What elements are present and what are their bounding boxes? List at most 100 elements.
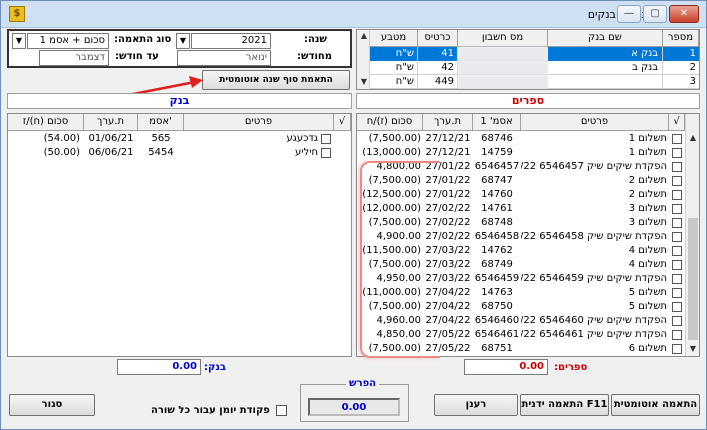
account-no-redacted xyxy=(458,47,548,61)
difference-label: הפרש xyxy=(346,378,380,389)
books-details: תשלום 2 xyxy=(628,175,667,186)
books-details: תשלום 5 xyxy=(628,301,667,312)
to-month-input[interactable]: דצמבר xyxy=(39,50,109,66)
col-card[interactable]: כרטיס xyxy=(418,30,458,47)
account-currency: ש"ח xyxy=(370,47,418,61)
books-total-label: ספרים: xyxy=(554,362,588,373)
bank-date: 01/06/21 xyxy=(88,133,134,144)
books-total-value: 0.00 xyxy=(464,359,548,375)
books-col-date[interactable]: ת.ערך xyxy=(423,114,473,131)
books-col-check[interactable]: √ xyxy=(669,114,685,131)
books-scroll-up-icon[interactable]: ▲ xyxy=(686,132,699,144)
books-ref: 14759 xyxy=(481,147,513,158)
bank-ref: 5454 xyxy=(148,147,174,158)
books-col-details[interactable]: פרטים xyxy=(521,114,669,131)
bank-col-date[interactable]: ת.ערך xyxy=(84,114,138,131)
bank-row[interactable]: (50.00) 06/06/21 5454 חיליע xyxy=(8,146,351,160)
books-ref: 6546459 xyxy=(474,273,520,284)
books-row-checkbox[interactable] xyxy=(672,302,682,312)
books-details: הפקדת שיקים שיק 6546460 04/22 xyxy=(521,315,667,326)
books-ref: 68747 xyxy=(481,175,513,186)
col-bank-name[interactable]: שם בנק xyxy=(548,30,663,47)
books-scroll-thumb[interactable] xyxy=(688,218,698,340)
account-bank-name xyxy=(548,75,663,89)
books-ref: 68751 xyxy=(481,343,513,354)
close-button[interactable]: סגור xyxy=(9,394,95,416)
title-bar[interactable]: $ התאמת בנקים — ▢ ✕ xyxy=(1,1,706,28)
bank-row-checkbox[interactable] xyxy=(321,134,331,144)
books-ref: 68750 xyxy=(481,301,513,312)
books-ref: 14762 xyxy=(481,245,513,256)
maximize-button[interactable]: ▢ xyxy=(643,5,667,23)
close-window-button[interactable]: ✕ xyxy=(669,5,699,23)
account-row[interactable]: ש"ח 42 בנק ב 2 xyxy=(370,61,699,75)
books-row-checkbox[interactable] xyxy=(672,344,682,354)
books-row[interactable]: (13,000.00) 27/12/21 14759 תשלום 1 xyxy=(357,146,685,160)
books-ref: 14761 xyxy=(481,203,513,214)
accounts-scrollbar[interactable]: ▲ ▼ xyxy=(357,30,370,89)
books-details: תשלום 5 xyxy=(628,287,667,298)
books-details: הפקדת שיקים שיק 6546461 05/22 xyxy=(521,329,667,340)
col-number[interactable]: מספר xyxy=(663,30,699,47)
books-details: הפקדת שיקים שיק 6546458 02/22 xyxy=(521,231,667,242)
books-ref: 6546460 xyxy=(474,315,520,326)
year-label: שנה: xyxy=(304,34,327,45)
auto-match-button[interactable]: התאמה אוטומטית xyxy=(611,394,700,416)
books-col-amount[interactable]: סכום (ז)/ח xyxy=(357,114,423,131)
books-row-checkbox[interactable] xyxy=(672,288,682,298)
bank-row-checkbox[interactable] xyxy=(321,148,331,158)
books-date: 27/12/21 xyxy=(425,147,471,158)
year-dropdown-icon[interactable]: ▼ xyxy=(176,33,190,49)
books-row-checkbox[interactable] xyxy=(672,162,682,172)
books-row-checkbox[interactable] xyxy=(672,148,682,158)
books-col-ref[interactable]: אסמ' 1 xyxy=(473,114,521,131)
account-currency: ש"ח xyxy=(370,75,418,89)
bank-col-check[interactable]: √ xyxy=(334,114,351,131)
books-scrollbar[interactable]: ▲ ▼ xyxy=(685,114,699,356)
bank-total-value: 0.00 xyxy=(117,359,201,375)
bank-col-ref[interactable]: אסמ' xyxy=(138,114,184,131)
books-row-checkbox[interactable] xyxy=(672,274,682,284)
books-details: תשלום 3 xyxy=(628,217,667,228)
books-row-checkbox[interactable] xyxy=(672,260,682,270)
account-row[interactable]: ש"ח 41 בנק א1 xyxy=(370,47,699,61)
col-currency[interactable]: מטבע xyxy=(370,30,418,47)
bank-col-details[interactable]: פרטים xyxy=(184,114,334,131)
year-select[interactable]: 2021 xyxy=(191,33,271,49)
manual-match-button[interactable]: התאמה ידנית F11 xyxy=(520,394,609,416)
books-row-checkbox[interactable] xyxy=(672,330,682,340)
journal-checkbox[interactable] xyxy=(276,405,287,416)
annotation-bracket xyxy=(360,161,440,358)
books-row-checkbox[interactable] xyxy=(672,204,682,214)
books-amount: (13,000.00) xyxy=(362,147,421,158)
refresh-button[interactable]: רענן xyxy=(434,394,518,416)
scroll-up-icon[interactable]: ▲ xyxy=(357,30,371,42)
account-row[interactable]: ש"ח 449 3 xyxy=(370,75,699,89)
books-row[interactable]: (7,500.00) 27/12/21 68746 תשלום 1 xyxy=(357,132,685,146)
match-type-select[interactable]: סכום + אסמ 1 xyxy=(27,33,109,49)
books-row-checkbox[interactable] xyxy=(672,316,682,326)
match-type-label: סוג התאמה: xyxy=(114,34,172,45)
account-number: 2 xyxy=(689,62,696,73)
books-row-checkbox[interactable] xyxy=(672,190,682,200)
col-account-no[interactable]: מס חשבון xyxy=(458,30,548,47)
books-amount: (7,500.00) xyxy=(368,133,421,144)
match-type-dropdown-icon[interactable]: ▼ xyxy=(12,33,26,49)
bank-amount: (50.00) xyxy=(43,147,80,158)
from-month-input[interactable]: ינואר xyxy=(177,50,271,66)
books-row-checkbox[interactable] xyxy=(672,176,682,186)
bank-grid: סכום (ח)/ז ת.ערך אסמ' פרטים √ (54.00) 01/… xyxy=(7,113,352,357)
books-row-checkbox[interactable] xyxy=(672,232,682,242)
auto-year-end-button[interactable]: התאמת סוף שנה אוטומטית xyxy=(202,70,350,90)
books-ref: 68746 xyxy=(481,133,513,144)
bank-row[interactable]: (54.00) 01/06/21 565 גדכעגע xyxy=(8,132,351,146)
books-row-checkbox[interactable] xyxy=(672,218,682,228)
bank-col-amount[interactable]: סכום (ח)/ז xyxy=(8,114,84,131)
books-scroll-down-icon[interactable]: ▼ xyxy=(686,343,699,355)
bank-details: חיליע xyxy=(295,147,318,158)
books-row-checkbox[interactable] xyxy=(672,246,682,256)
scroll-down-icon[interactable]: ▼ xyxy=(357,76,371,88)
minimize-button[interactable]: — xyxy=(617,5,641,23)
books-row-checkbox[interactable] xyxy=(672,134,682,144)
account-no-redacted xyxy=(458,75,548,89)
